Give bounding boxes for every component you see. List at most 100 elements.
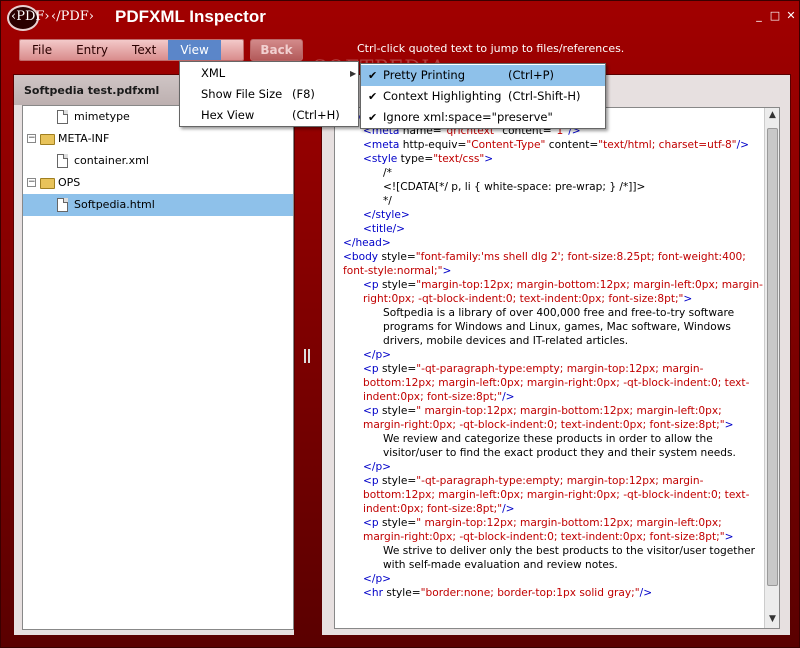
file-title: Softpedia test.pdfxml	[24, 84, 160, 97]
code-value[interactable]: "-qt-paragraph-type:empty; margin-top:12…	[363, 475, 749, 515]
submenu-arrow-icon: ▶	[350, 69, 357, 78]
back-button[interactable]: Back	[250, 39, 303, 61]
file-tree: mimetype − META-INF container.xml − OPS …	[22, 105, 294, 630]
view-menu-xml[interactable]: XML ▶	[180, 63, 358, 84]
view-menu-show-file-size[interactable]: Show File Size (F8)	[180, 84, 358, 105]
menu-item-label: XML	[201, 66, 226, 80]
tree-item-container-xml[interactable]: container.xml	[23, 150, 293, 172]
xml-submenu: ✔ Pretty Printing (Ctrl+P) ✔ Context Hig…	[360, 63, 606, 129]
close-icon[interactable]: ✕	[785, 10, 797, 22]
file-icon	[57, 198, 68, 212]
code-line: <meta http-equiv="Content-Type" content=…	[335, 138, 765, 152]
code-line: </p>	[335, 572, 765, 586]
logo-right-text: ‹/PDF›	[51, 9, 94, 24]
code-tag: >	[484, 153, 494, 165]
code-value[interactable]: " margin-top:12px; margin-bottom:12px; m…	[363, 517, 725, 543]
menu-entry[interactable]: Entry	[64, 40, 120, 60]
code-tag: <p	[363, 475, 382, 487]
submenu-pretty-printing[interactable]: ✔ Pretty Printing (Ctrl+P)	[361, 65, 605, 86]
code-text: style=	[386, 587, 421, 599]
code-line: <style type="text/css">	[335, 152, 765, 166]
code-line: <p style=" margin-top:12px; margin-botto…	[335, 404, 765, 432]
menu-file[interactable]: File	[20, 40, 64, 60]
code-line: <body style="font-family:'ms shell dlg 2…	[335, 250, 765, 278]
code-tag: <p	[363, 405, 382, 417]
menu-item-shortcut: (Ctrl+H)	[292, 108, 340, 122]
code-tag: <style	[363, 153, 401, 165]
scroll-up-icon[interactable]: ▲	[767, 110, 778, 121]
code-text: style=	[381, 363, 417, 375]
tree-item-meta-inf[interactable]: − META-INF	[23, 128, 293, 150]
menu-item-shortcut: (Ctrl-Shift-H)	[508, 89, 581, 103]
file-icon	[57, 154, 68, 168]
code-line: <p style="-qt-paragraph-type:empty; marg…	[335, 474, 765, 516]
submenu-ignore-xml-space[interactable]: ✔ Ignore xml:space="preserve"	[361, 107, 605, 128]
code-tag: <p	[363, 517, 382, 529]
code-value[interactable]: "border:none; border-top:1px solid gray;…	[421, 587, 640, 599]
code-text: type=	[400, 153, 434, 165]
collapse-icon[interactable]: −	[27, 134, 36, 143]
menu-text[interactable]: Text	[120, 40, 168, 60]
tree-item-label: OPS	[58, 176, 81, 189]
code-text: style=	[381, 517, 417, 529]
splitter-handle[interactable]	[304, 349, 310, 363]
tree-item-label: META-INF	[58, 132, 110, 145]
code-line: /*	[335, 166, 765, 180]
scroll-down-icon[interactable]: ▼	[767, 614, 778, 625]
code-text: style=	[381, 279, 417, 291]
code-tag: >	[724, 531, 734, 543]
menu-view[interactable]: View	[168, 40, 221, 60]
logo-left-text: ‹PDF›	[11, 9, 50, 24]
code-line: <![CDATA[*/ p, li { white-space: pre-wra…	[335, 180, 765, 194]
code-line: </p>	[335, 348, 765, 362]
right-panel: <head><meta name="qrichtext" content="1"…	[321, 74, 791, 636]
code-line: </head>	[335, 236, 765, 250]
code-line: Softpedia is a library of over 400,000 f…	[335, 306, 765, 348]
maximize-icon[interactable]: □	[769, 10, 781, 22]
code-tag: >	[683, 293, 693, 305]
check-icon: ✔	[368, 111, 378, 124]
collapse-icon[interactable]: −	[27, 178, 36, 187]
code-tag: </style>	[363, 209, 410, 221]
code-line: */	[335, 194, 765, 208]
code-value[interactable]: " margin-top:12px; margin-bottom:12px; m…	[363, 405, 725, 431]
code-line: We strive to deliver only the best produ…	[335, 544, 765, 572]
code-tag: </p>	[363, 349, 392, 361]
code-line: <p style="-qt-paragraph-type:empty; marg…	[335, 362, 765, 404]
code-text: style=	[381, 251, 416, 263]
code-tag: <body	[343, 251, 382, 263]
code-text: */	[383, 195, 392, 207]
code-line: We review and categorize these products …	[335, 432, 765, 460]
code-tag: </head>	[343, 237, 391, 249]
tree-item-softpedia-html[interactable]: Softpedia.html	[23, 194, 293, 216]
code-line: <title/>	[335, 222, 765, 236]
folder-icon	[40, 178, 55, 189]
left-panel: Softpedia test.pdfxml mimetype − META-IN…	[13, 74, 295, 636]
code-tag: <meta	[363, 139, 403, 151]
code-tag: />	[502, 503, 515, 515]
code-tag: />	[736, 139, 750, 151]
scrollbar-thumb[interactable]	[767, 128, 778, 586]
code-lines: <head><meta name="qrichtext" content="1"…	[335, 108, 765, 600]
code-text: We review and categorize these products …	[383, 433, 736, 459]
vertical-scrollbar[interactable]: ▲ ▼	[764, 108, 779, 628]
code-view[interactable]: <head><meta name="qrichtext" content="1"…	[334, 107, 780, 629]
code-tag: </p>	[363, 573, 392, 585]
code-value[interactable]: "margin-top:12px; margin-bottom:12px; ma…	[363, 279, 763, 305]
tree-item-ops[interactable]: − OPS	[23, 172, 293, 194]
code-value[interactable]: "text/html; charset=utf-8"	[598, 139, 736, 151]
code-line: </p>	[335, 460, 765, 474]
code-line: </style>	[335, 208, 765, 222]
title-bar[interactable]: ‹PDF› ‹/PDF› PDFXML Inspector _ □ ✕	[1, 1, 800, 35]
tree-item-label: container.xml	[74, 154, 149, 167]
app-title: PDFXML Inspector	[115, 7, 266, 26]
code-value[interactable]: "text/css"	[433, 153, 484, 165]
code-line: <p style=" margin-top:12px; margin-botto…	[335, 516, 765, 544]
code-tag: </p>	[363, 461, 392, 473]
submenu-context-highlighting[interactable]: ✔ Context Highlighting (Ctrl-Shift-H)	[361, 86, 605, 107]
code-value[interactable]: "-qt-paragraph-type:empty; margin-top:12…	[363, 363, 749, 403]
minimize-icon[interactable]: _	[753, 10, 765, 22]
check-icon: ✔	[368, 90, 378, 103]
code-value[interactable]: "Content-Type"	[466, 139, 545, 151]
view-menu-hex-view[interactable]: Hex View (Ctrl+H)	[180, 105, 358, 126]
